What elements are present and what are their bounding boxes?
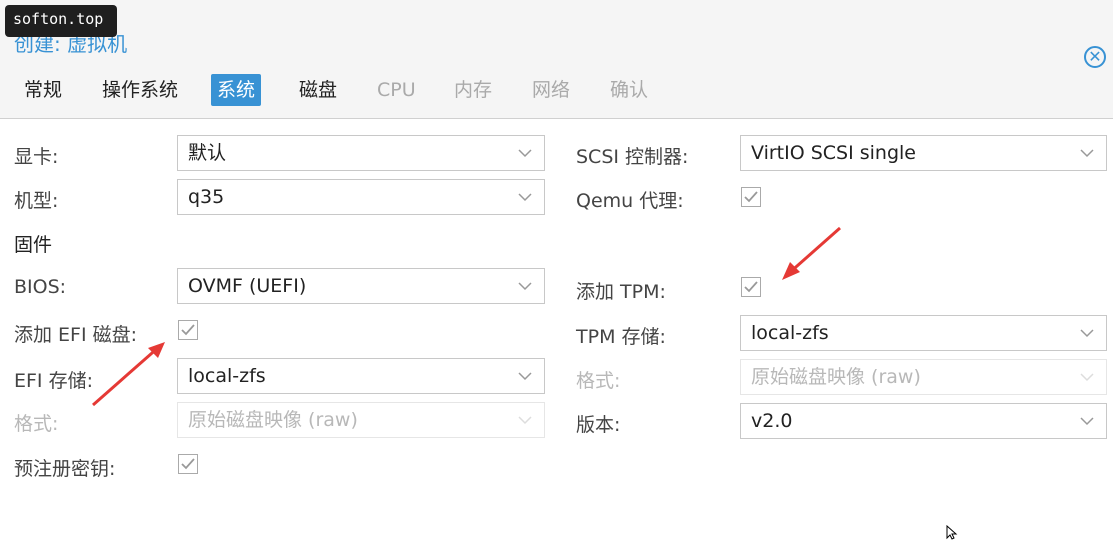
chevron-down-icon — [518, 282, 532, 291]
bios-value: OVMF (UEFI) — [188, 275, 307, 297]
scsi-controller-label: SCSI 控制器: — [576, 146, 689, 168]
efi-storage-value: local-zfs — [188, 365, 266, 387]
chevron-down-icon — [518, 193, 532, 202]
tab-network: 网络 — [532, 79, 571, 101]
machine-select[interactable]: q35 — [177, 179, 545, 215]
add-tpm-checkbox[interactable] — [741, 277, 761, 297]
bios-label: BIOS: — [14, 276, 67, 298]
dialog-header: 创建: 虚拟机 ✕ 常规 操作系统 系统 磁盘 CPU 内存 网络 确认 — [0, 0, 1113, 119]
tpm-storage-value: local-zfs — [751, 322, 829, 344]
tab-cpu: CPU — [377, 79, 416, 101]
chevron-down-icon — [1080, 417, 1094, 426]
check-icon — [181, 324, 195, 336]
check-icon — [744, 191, 758, 203]
version-select[interactable]: v2.0 — [740, 403, 1107, 439]
chevron-down-icon — [1080, 149, 1094, 158]
graphics-value: 默认 — [188, 142, 227, 164]
graphics-label: 显卡: — [14, 146, 59, 168]
tab-disks[interactable]: 磁盘 — [293, 74, 343, 106]
tab-system[interactable]: 系统 — [211, 74, 262, 106]
qemu-agent-label: Qemu 代理: — [576, 190, 684, 212]
efi-storage-select[interactable]: local-zfs — [177, 358, 545, 394]
close-icon[interactable]: ✕ — [1084, 46, 1106, 68]
watermark-badge: softon.top — [5, 5, 117, 37]
title-bar: 创建: 虚拟机 ✕ — [0, 20, 1113, 68]
check-icon — [181, 458, 195, 470]
bios-select[interactable]: OVMF (UEFI) — [177, 268, 545, 304]
annotation-arrow-icon — [92, 342, 165, 407]
machine-label: 机型: — [14, 190, 59, 212]
machine-value: q35 — [188, 186, 225, 208]
add-efi-disk-checkbox[interactable] — [178, 320, 198, 340]
graphics-select[interactable]: 默认 — [177, 135, 545, 171]
qemu-agent-checkbox[interactable] — [741, 187, 761, 207]
chevron-down-icon — [518, 149, 532, 158]
mouse-cursor-icon — [946, 525, 958, 540]
check-icon — [744, 281, 758, 293]
version-value: v2.0 — [751, 410, 793, 432]
add-tpm-label: 添加 TPM: — [576, 281, 666, 303]
scsi-controller-value: VirtIO SCSI single — [751, 142, 916, 164]
tpm-format-value: 原始磁盘映像 (raw) — [751, 366, 921, 388]
pre-enroll-keys-checkbox[interactable] — [178, 454, 198, 474]
chevron-down-icon — [1080, 373, 1094, 382]
efi-format-select: 原始磁盘映像 (raw) — [177, 402, 545, 438]
chevron-down-icon — [1080, 329, 1094, 338]
firmware-heading: 固件 — [14, 234, 53, 256]
chevron-down-icon — [518, 372, 532, 381]
tab-memory: 内存 — [454, 79, 493, 101]
efi-storage-label: EFI 存储: — [14, 370, 93, 392]
efi-format-value: 原始磁盘映像 (raw) — [188, 409, 358, 431]
tab-os[interactable]: 操作系统 — [96, 74, 184, 106]
chevron-down-icon — [518, 416, 532, 425]
pre-enroll-keys-label: 预注册密钥: — [14, 458, 116, 480]
version-label: 版本: — [576, 414, 621, 436]
tpm-storage-label: TPM 存储: — [576, 326, 666, 348]
tpm-storage-select[interactable]: local-zfs — [740, 315, 1107, 351]
tab-general[interactable]: 常规 — [18, 74, 68, 106]
efi-format-label: 格式: — [14, 413, 59, 435]
tab-confirm: 确认 — [610, 79, 649, 101]
scsi-controller-select[interactable]: VirtIO SCSI single — [740, 135, 1107, 171]
tpm-format-select: 原始磁盘映像 (raw) — [740, 359, 1107, 395]
tab-bar: 常规 操作系统 系统 磁盘 CPU 内存 网络 确认 — [0, 70, 1113, 110]
tpm-format-label: 格式: — [576, 370, 621, 392]
annotation-arrow-icon — [782, 226, 841, 280]
